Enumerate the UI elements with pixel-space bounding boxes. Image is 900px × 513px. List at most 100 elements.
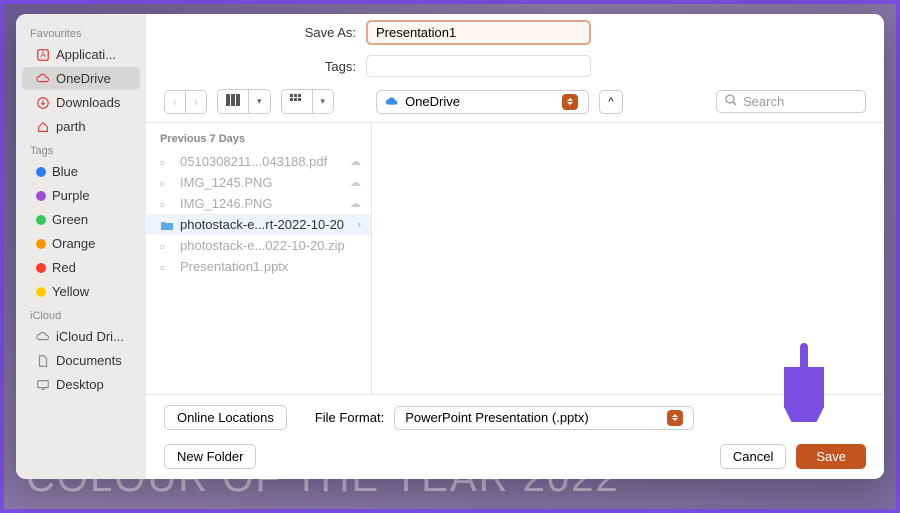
save-as-row: Save As: [146, 14, 884, 49]
sidebar-item-label: Green [52, 212, 88, 227]
file-name: IMG_1245.PNG [180, 175, 344, 190]
sidebar-item-desktop[interactable]: Desktop [22, 373, 140, 396]
back-button[interactable]: ‹ [165, 91, 185, 113]
file-item[interactable]: photostack-e...rt-2022-10-20 › [146, 214, 371, 235]
sidebar-item-label: OneDrive [56, 71, 111, 86]
up-folder-button[interactable]: ^ [599, 90, 623, 114]
svg-text:A: A [40, 50, 46, 59]
preview-column [372, 123, 884, 394]
tags-input[interactable] [366, 55, 591, 77]
desktop-icon [36, 378, 50, 392]
grid-icon[interactable] [282, 90, 312, 113]
sidebar-item-label: Blue [52, 164, 78, 179]
footer: Online Locations File Format: PowerPoint… [146, 394, 884, 479]
sidebar-header-tags: Tags [16, 139, 146, 159]
sidebar-header-favourites: Favourites [16, 22, 146, 42]
cancel-button[interactable]: Cancel [720, 444, 786, 469]
dot-icon [36, 191, 46, 201]
sidebar-item-label: Desktop [56, 377, 104, 392]
sidebar-item-home[interactable]: parth [22, 115, 140, 138]
location-name: OneDrive [405, 94, 460, 109]
dot-icon [36, 239, 46, 249]
file-column: Previous 7 Days ▫0510308211...043188.pdf… [146, 123, 372, 394]
search-field[interactable]: Search [716, 90, 866, 113]
dot-icon [36, 215, 46, 225]
file-icon: ▫ [160, 155, 174, 169]
file-icon: ▫ [160, 239, 174, 253]
search-placeholder: Search [743, 94, 784, 109]
forward-button[interactable]: › [185, 91, 206, 113]
file-name: Presentation1.pptx [180, 259, 361, 274]
stepper-icon [667, 410, 683, 426]
column-view-icon[interactable] [218, 90, 248, 113]
chevron-down-icon[interactable]: ▾ [312, 90, 334, 113]
file-name: photostack-e...022-10-20.zip [180, 238, 361, 253]
tags-label: Tags: [146, 59, 366, 74]
file-browser: Previous 7 Days ▫0510308211...043188.pdf… [146, 123, 884, 394]
online-locations-button[interactable]: Online Locations [164, 405, 287, 430]
search-icon [725, 94, 737, 109]
toolbar: ‹ › ▾ ▾ OneDrive ^ Search [146, 81, 884, 123]
file-icon: ▫ [160, 176, 174, 190]
location-dropdown[interactable]: OneDrive [376, 90, 589, 114]
file-item[interactable]: ▫Presentation1.pptx [146, 256, 371, 277]
sidebar: Favourites A Applicati... OneDrive Downlo… [16, 14, 146, 479]
cloud-download-icon: ☁ [350, 197, 361, 210]
sidebar-item-label: Documents [56, 353, 122, 368]
sidebar-tag-yellow[interactable]: Yellow [22, 280, 140, 303]
sidebar-tag-purple[interactable]: Purple [22, 184, 140, 207]
chevron-up-icon: ^ [608, 96, 613, 108]
sidebar-tag-blue[interactable]: Blue [22, 160, 140, 183]
new-folder-button[interactable]: New Folder [164, 444, 256, 469]
chevron-right-icon: › [358, 219, 361, 230]
app-icon: A [36, 48, 50, 62]
file-item[interactable]: ▫ IMG_1245.PNG ☁ [146, 172, 371, 193]
file-format-value: PowerPoint Presentation (.pptx) [405, 410, 589, 425]
cloud-icon [36, 72, 50, 86]
doc-icon [36, 354, 50, 368]
file-item[interactable]: ▫0510308211...043188.pdf☁ [146, 151, 371, 172]
home-icon [36, 120, 50, 134]
sidebar-item-label: Yellow [52, 284, 89, 299]
sidebar-item-documents[interactable]: Documents [22, 349, 140, 372]
sidebar-item-label: iCloud Dri... [56, 329, 124, 344]
dot-icon [36, 167, 46, 177]
cloud-download-icon: ☁ [350, 155, 361, 168]
sidebar-item-label: Applicati... [56, 47, 116, 62]
main-panel: Save As: Tags: ‹ › ▾ ▾ OneDrive [146, 14, 884, 479]
file-name: photostack-e...rt-2022-10-20 [180, 217, 352, 232]
save-as-input[interactable] [366, 20, 591, 45]
file-name: IMG_1246.PNG [180, 196, 344, 211]
tags-row: Tags: [146, 49, 884, 81]
save-dialog: Favourites A Applicati... OneDrive Downlo… [16, 14, 884, 479]
save-button[interactable]: Save [796, 444, 866, 469]
dot-icon [36, 287, 46, 297]
sidebar-tag-red[interactable]: Red [22, 256, 140, 279]
sidebar-item-downloads[interactable]: Downloads [22, 91, 140, 114]
file-format-dropdown[interactable]: PowerPoint Presentation (.pptx) [394, 406, 694, 430]
sidebar-header-icloud: iCloud [16, 304, 146, 324]
cloud-icon [36, 330, 50, 344]
cloud-icon [385, 95, 399, 109]
chevron-down-icon[interactable]: ▾ [248, 90, 270, 113]
file-item[interactable]: ▫ IMG_1246.PNG ☁ [146, 193, 371, 214]
sidebar-tag-green[interactable]: Green [22, 208, 140, 231]
file-icon: ▫ [160, 197, 174, 211]
dot-icon [36, 263, 46, 273]
sidebar-tag-orange[interactable]: Orange [22, 232, 140, 255]
file-item[interactable]: ▫ photostack-e...022-10-20.zip [146, 235, 371, 256]
cloud-download-icon: ☁ [350, 176, 361, 189]
sidebar-item-icloud-drive[interactable]: iCloud Dri... [22, 325, 140, 348]
save-as-label: Save As: [146, 25, 366, 40]
group-selector[interactable]: ▾ [281, 89, 335, 114]
stepper-icon [562, 94, 578, 110]
folder-icon [160, 218, 174, 232]
view-mode-selector[interactable]: ▾ [217, 89, 271, 114]
sidebar-item-label: Purple [52, 188, 90, 203]
sidebar-item-applications[interactable]: A Applicati... [22, 43, 140, 66]
sidebar-item-onedrive[interactable]: OneDrive [22, 67, 140, 90]
sidebar-item-label: Orange [52, 236, 95, 251]
nav-back-forward: ‹ › [164, 90, 207, 114]
sidebar-item-label: Downloads [56, 95, 120, 110]
file-format-label: File Format: [315, 410, 384, 425]
